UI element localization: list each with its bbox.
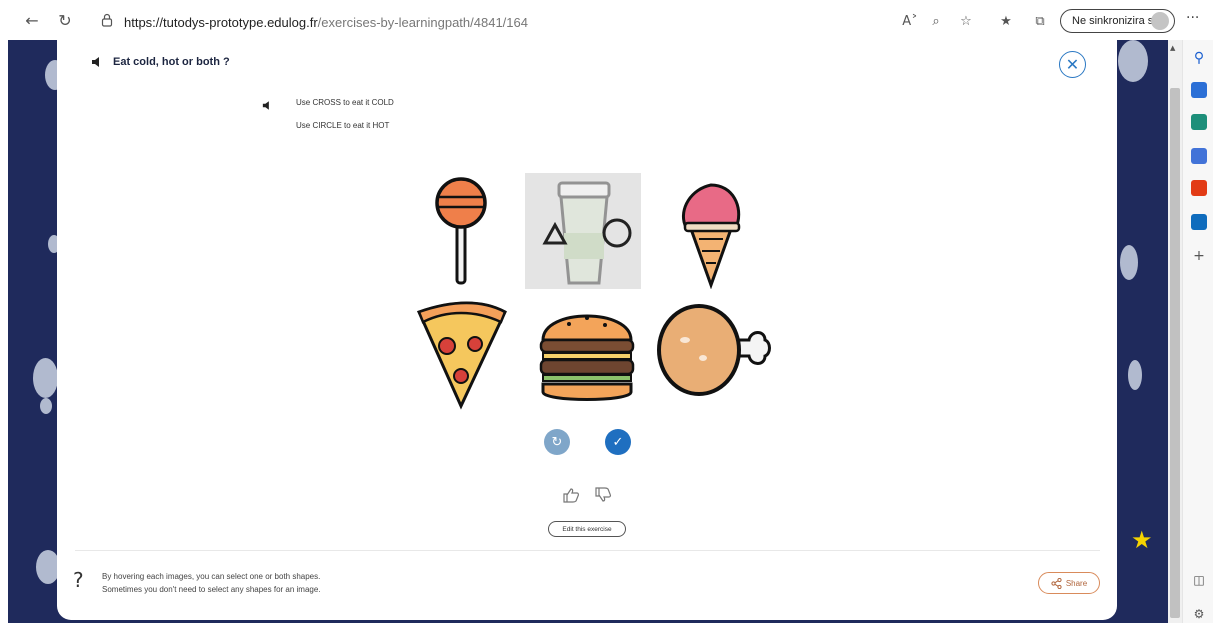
help-text-line-2: Sometimes you don't need to select any s… — [102, 585, 321, 594]
ice-cream-icon — [682, 183, 741, 290]
help-icon[interactable]: ? — [73, 568, 84, 592]
url-host: https://tutodys-prototype.edulog.fr — [124, 14, 318, 30]
lock-icon — [101, 13, 113, 27]
thumbs-down-icon[interactable] — [594, 487, 612, 503]
decor-blob — [1128, 360, 1142, 390]
star-icon: ★ — [1131, 526, 1153, 554]
sync-label: Ne sinkronizira se — [1072, 15, 1160, 27]
burger-icon — [539, 314, 635, 401]
decor-blob — [40, 398, 52, 414]
iced-coffee-icon — [542, 181, 632, 285]
item-pizza[interactable] — [403, 298, 519, 414]
shopping-tag-icon[interactable] — [1191, 82, 1207, 98]
favorite-add-icon[interactable]: ☆ — [956, 11, 976, 31]
instruction-hot: Use CIRCLE to eat it HOT — [296, 121, 390, 130]
exercise-header: Eat cold, hot or both ? — [91, 56, 230, 68]
browser-window: ← ↻ https://tutodys-prototype.edulog.fr /… — [0, 0, 1213, 623]
instruction-cold: Use CROSS to eat it COLD — [296, 98, 394, 107]
edit-exercise-button[interactable]: Edit this exercise — [548, 521, 626, 537]
add-icon[interactable]: + — [1191, 248, 1207, 264]
address-bar[interactable]: https://tutodys-prototype.edulog.fr/exer… — [124, 12, 528, 32]
favorites-icon[interactable]: ★ — [996, 11, 1016, 31]
more-icon[interactable]: ··· — [1186, 10, 1199, 26]
instructions-speaker-icon[interactable] — [262, 100, 274, 111]
item-iced-coffee[interactable] — [525, 173, 641, 289]
back-arrow-icon[interactable]: ← — [22, 10, 42, 30]
people-icon[interactable] — [1191, 148, 1207, 164]
scroll-up-icon[interactable]: ▲ — [1170, 44, 1175, 52]
pizza-icon — [416, 301, 507, 410]
decor-blob — [33, 358, 58, 398]
share-label: Share — [1065, 578, 1088, 588]
item-burger[interactable] — [529, 298, 645, 414]
avatar — [1151, 12, 1169, 30]
chicken-drumstick-icon — [657, 304, 771, 396]
scrollbar-thumb[interactable] — [1170, 88, 1180, 618]
close-button[interactable]: ✕ — [1059, 51, 1086, 78]
read-aloud-icon[interactable]: A˃ — [900, 11, 920, 31]
browser-sidebar: ⚲ + ◫ ⚙ — [1182, 40, 1213, 623]
speaker-icon[interactable] — [91, 56, 105, 68]
refresh-icon[interactable]: ↻ — [55, 10, 75, 30]
reset-icon: ↻ — [551, 434, 563, 450]
decor-blob — [1120, 245, 1138, 280]
thumbs-up-icon[interactable] — [562, 487, 580, 503]
settings-gear-icon[interactable]: ⚙ — [1191, 606, 1207, 622]
lollipop-icon — [435, 177, 487, 285]
outlook-icon[interactable] — [1191, 214, 1207, 230]
browser-toolbar: ← ↻ https://tutodys-prototype.edulog.fr /… — [0, 0, 1213, 40]
decor-blob — [1118, 40, 1148, 82]
search-icon[interactable]: ⚲ — [1191, 50, 1207, 66]
footer-divider — [75, 550, 1100, 551]
tools-icon[interactable] — [1191, 114, 1207, 130]
reset-button[interactable]: ↻ — [544, 429, 570, 455]
share-icon — [1051, 577, 1062, 589]
help-text-line-1: By hovering each images, you can select … — [102, 572, 321, 581]
collections-icon[interactable]: ⧉ — [1030, 11, 1050, 31]
share-button[interactable]: Share — [1038, 572, 1100, 594]
split-screen-icon[interactable]: ◫ — [1191, 572, 1207, 588]
office-icon[interactable] — [1191, 180, 1207, 196]
item-lollipop[interactable] — [403, 173, 519, 289]
exercise-title: Eat cold, hot or both ? — [113, 56, 230, 68]
sync-button[interactable]: Ne sinkronizira se — [1060, 9, 1175, 33]
validate-button[interactable]: ✓ — [605, 429, 631, 455]
zoom-icon[interactable]: ⌕ — [926, 11, 946, 31]
item-ice-cream[interactable] — [653, 173, 769, 290]
close-icon: ✕ — [1065, 55, 1080, 74]
url-path: /exercises-by-learningpath/4841/164 — [317, 14, 528, 30]
item-chicken[interactable] — [655, 298, 771, 414]
exercise-card: Eat cold, hot or both ? ✕ Use CROSS to e… — [57, 40, 1117, 620]
check-icon: ✓ — [612, 434, 624, 450]
